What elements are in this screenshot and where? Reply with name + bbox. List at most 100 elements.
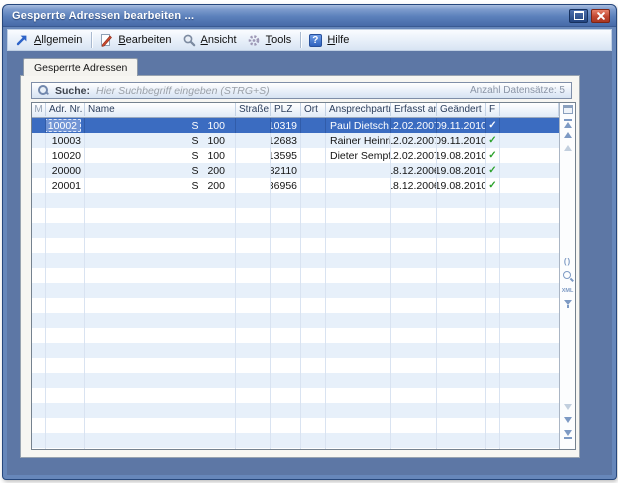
cell-flag [486, 223, 500, 238]
table-row[interactable]: 20001S2008695618.12.200619.08.2010✓ [32, 178, 559, 193]
scroll-down-icon[interactable] [560, 417, 575, 423]
menu-item-hilfe[interactable]: ? Hilfe [304, 32, 355, 48]
table-row[interactable] [32, 208, 559, 223]
cell-filler [500, 403, 559, 418]
cell-flag [486, 403, 500, 418]
cell-ort [301, 283, 326, 298]
table-row[interactable] [32, 193, 559, 208]
cell-ansprechpartner [326, 208, 391, 223]
column-width-icon[interactable]: () [560, 258, 575, 266]
scroll-up-icon[interactable] [560, 132, 575, 138]
close-button[interactable] [591, 9, 610, 23]
cell-plz [271, 403, 301, 418]
check-icon: ✓ [488, 181, 496, 191]
table-row[interactable] [32, 388, 559, 403]
scroll-top-icon[interactable] [560, 119, 575, 128]
column-header-ansprechpartner[interactable]: Ansprechpartner [326, 103, 391, 116]
column-header-adr-nr[interactable]: Adr. Nr. [46, 103, 85, 116]
search-bar[interactable]: Suche: Hier Suchbegriff eingeben (STRG+S… [31, 82, 572, 99]
cell-ansprechpartner [326, 433, 391, 448]
column-header-ort[interactable]: Ort [301, 103, 326, 116]
table-row[interactable] [32, 283, 559, 298]
cell-ansprechpartner: Paul Dietsch [326, 118, 391, 133]
tab-gesperrte-adressen[interactable]: Gesperrte Adressen [23, 58, 138, 76]
cell-strasse [236, 163, 271, 178]
cell-name: S200 [85, 163, 236, 178]
column-header-geaendert-am[interactable]: Geändert am [437, 103, 486, 116]
table-row[interactable] [32, 358, 559, 373]
table-row[interactable]: 10020S10013595Dieter Sempf12.02.200719.0… [32, 148, 559, 163]
cell-strasse [236, 388, 271, 403]
cell-geaendert-am [437, 343, 486, 358]
cell-plz [271, 298, 301, 313]
column-header-marker[interactable]: M [32, 103, 46, 116]
table-row[interactable] [32, 238, 559, 253]
column-header-name[interactable]: Name [85, 103, 236, 116]
titlebar[interactable]: Gesperrte Adressen bearbeiten ... [3, 5, 616, 27]
cell-marker [32, 418, 46, 433]
menu-item-ansicht[interactable]: Ansicht [178, 32, 243, 48]
table-row[interactable] [32, 403, 559, 418]
cell-marker [32, 268, 46, 283]
cell-erfasst-am [391, 373, 437, 388]
menu-label: Tools [266, 34, 292, 46]
scroll-up-disabled-icon [560, 145, 575, 151]
column-header-plz[interactable]: PLZ [271, 103, 301, 116]
cell-flag [486, 343, 500, 358]
table-row[interactable] [32, 223, 559, 238]
zoom-icon[interactable] [560, 271, 575, 282]
cell-adr-nr: 20001 [46, 178, 85, 193]
table-row[interactable]: 10003S10012683Rainer Heinrich12.02.20070… [32, 133, 559, 148]
cell-marker [32, 433, 46, 448]
cell-name: S200 [85, 178, 236, 193]
cell-marker [32, 133, 46, 148]
menu-item-bearbeiten[interactable]: Bearbeiten [95, 32, 177, 48]
cell-geaendert-am [437, 298, 486, 313]
cell-name [85, 418, 236, 433]
search-icon [38, 85, 49, 96]
cell-plz: 86956 [271, 178, 301, 193]
table-row[interactable]: 10002S10010319Paul Dietsch12.02.200709.1… [32, 118, 559, 133]
table-row[interactable] [32, 373, 559, 388]
cell-marker [32, 238, 46, 253]
table-row[interactable] [32, 298, 559, 313]
filter-icon[interactable] [560, 300, 575, 308]
xml-export-icon[interactable]: XML [560, 287, 575, 295]
cell-adr-nr [46, 433, 85, 448]
table-row[interactable] [32, 433, 559, 448]
cell-adr-nr: 10003 [46, 133, 85, 148]
table-row[interactable]: 20000S2008211018.12.200619.08.2010✓ [32, 163, 559, 178]
grid-header: M Adr. Nr. Name Straße PLZ Ort Ansprechp… [32, 103, 559, 118]
search-input[interactable]: Hier Suchbegriff eingeben (STRG+S) [96, 85, 270, 97]
record-count: Anzahl Datensätze: 5 [470, 85, 565, 96]
menu-item-tools[interactable]: Tools [243, 32, 298, 48]
column-header-erfasst-am[interactable]: Erfasst am [391, 103, 437, 116]
table-row[interactable] [32, 313, 559, 328]
column-header-filler [500, 103, 559, 116]
cell-flag [486, 208, 500, 223]
table-row[interactable] [32, 253, 559, 268]
cell-erfasst-am [391, 253, 437, 268]
cell-erfasst-am [391, 313, 437, 328]
cell-adr-nr [46, 238, 85, 253]
table-row[interactable] [32, 448, 559, 449]
maximize-button[interactable] [569, 9, 588, 23]
cell-ansprechpartner [326, 253, 391, 268]
menu-item-allgemein[interactable]: Allgemein [11, 32, 88, 48]
table-row[interactable] [32, 418, 559, 433]
search-label: Suche: [55, 85, 90, 97]
cell-ansprechpartner [326, 223, 391, 238]
cell-erfasst-am [391, 208, 437, 223]
cell-ort [301, 208, 326, 223]
cell-flag [486, 418, 500, 433]
column-header-flag[interactable]: F [486, 103, 500, 116]
cell-strasse [236, 343, 271, 358]
table-row[interactable] [32, 343, 559, 358]
scroll-bottom-icon[interactable] [560, 430, 575, 439]
table-row[interactable] [32, 328, 559, 343]
table-row[interactable] [32, 268, 559, 283]
menu-label: Bearbeiten [118, 34, 171, 46]
column-chooser-icon[interactable] [560, 105, 575, 114]
column-header-strasse[interactable]: Straße [236, 103, 271, 116]
cell-ort [301, 373, 326, 388]
